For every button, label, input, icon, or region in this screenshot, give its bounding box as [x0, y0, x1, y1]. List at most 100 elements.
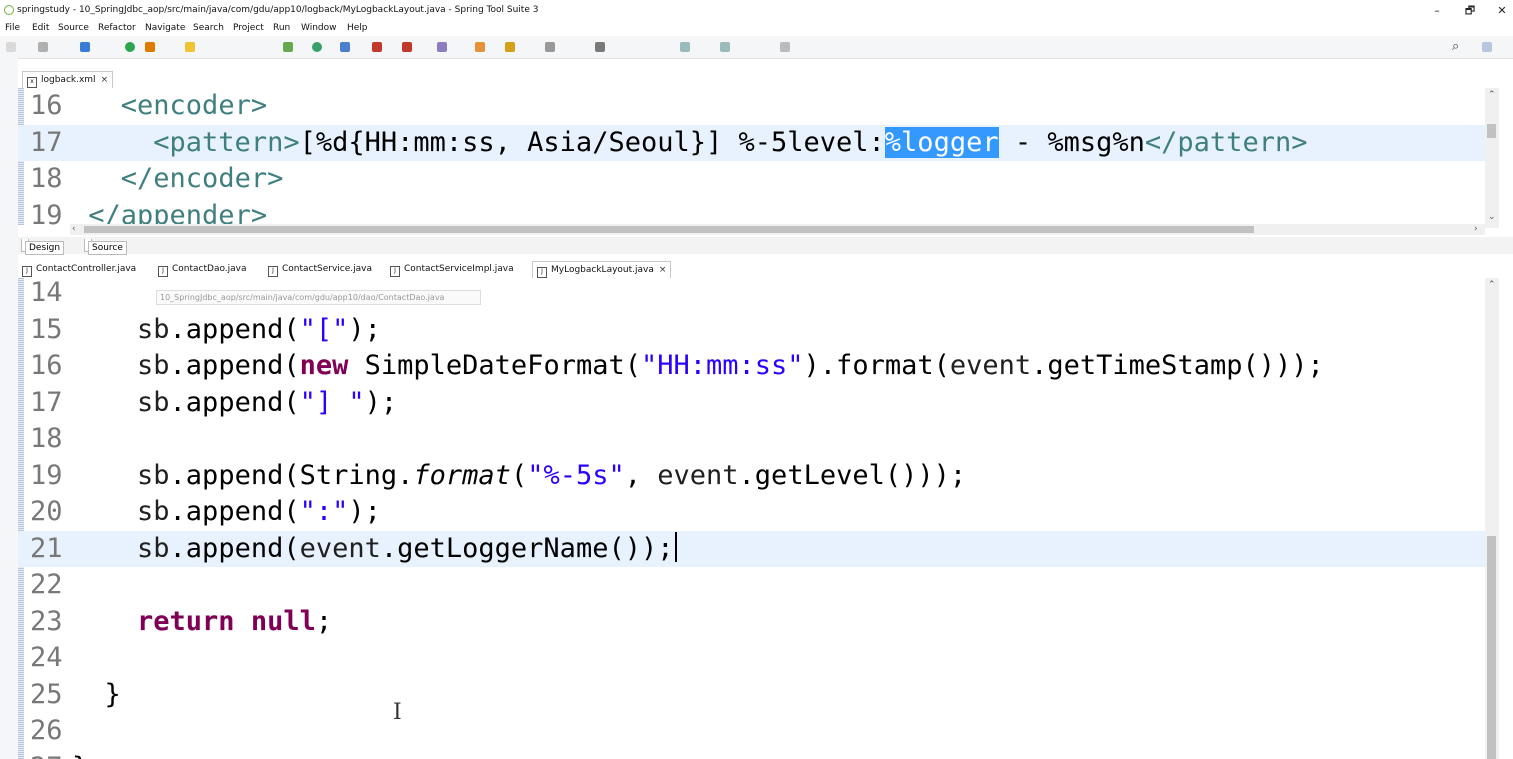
xml-file-icon: x: [27, 77, 37, 88]
restore-button[interactable]: 🗗: [1455, 0, 1485, 21]
tab-label: logback.xml: [41, 75, 96, 85]
new-class-icon[interactable]: [437, 42, 447, 52]
line-number: 19: [30, 459, 63, 491]
menu-refactor[interactable]: Refactor: [98, 21, 136, 35]
menu-source[interactable]: Source: [58, 21, 89, 35]
minimize-button[interactable]: –: [1422, 0, 1452, 21]
close-button[interactable]: ✕: [1487, 0, 1513, 21]
menu-window[interactable]: Window: [301, 21, 337, 35]
menu-project[interactable]: Project: [233, 21, 264, 35]
code-line[interactable]: 18 </encoder>: [18, 161, 1485, 197]
search-icon[interactable]: ⌕: [1452, 39, 1459, 54]
run-external-icon[interactable]: [340, 42, 350, 52]
code-line[interactable]: 26: [18, 713, 1485, 749]
edit-icon[interactable]: [545, 42, 555, 52]
tab-mylogbacklayout[interactable]: J MyLogbackLayout.java ×: [532, 261, 672, 279]
line-number: 25: [30, 678, 63, 710]
scroll-down-icon[interactable]: ⌄: [1488, 212, 1496, 222]
code-line[interactable]: 20 sb.append(":");: [18, 494, 1485, 530]
menu-run[interactable]: Run: [273, 21, 290, 35]
code-line[interactable]: 19 sb.append(String.format("%-5s", event…: [18, 458, 1485, 494]
code-token: sb: [137, 313, 170, 345]
code-token: .getLevel()));: [738, 459, 967, 491]
code-line[interactable]: 27}: [18, 750, 1485, 759]
console-icon[interactable]: [80, 42, 90, 52]
xml-source-editor[interactable]: 16 <encoder> 17 <pattern>[%d{HH:mm:ss, As…: [18, 88, 1485, 225]
code-line[interactable]: 18: [18, 421, 1485, 457]
perspective-icon[interactable]: [1482, 42, 1492, 52]
tab-source[interactable]: Source: [84, 239, 127, 255]
terminate-icon[interactable]: [402, 42, 412, 52]
code-text: sb.append(":");: [72, 494, 381, 530]
code-line[interactable]: 16 sb.append(new SimpleDateFormat("HH:mm…: [18, 348, 1485, 384]
save-icon[interactable]: [38, 42, 48, 52]
code-line[interactable]: 25 }: [18, 677, 1485, 713]
code-line[interactable]: 16 <encoder>: [18, 88, 1485, 124]
menu-search[interactable]: Search: [193, 21, 224, 35]
mouse-ibeam-cursor: I: [393, 700, 402, 725]
code-line[interactable]: 23 return null;: [18, 604, 1485, 640]
forward-icon[interactable]: [720, 42, 730, 52]
scroll-thumb[interactable]: [1487, 124, 1496, 138]
scroll-thumb[interactable]: [1487, 536, 1496, 759]
tab-contactdao[interactable]: J ContactDao.java: [158, 261, 247, 278]
tab-contactcontroller[interactable]: J ContactController.java: [22, 261, 136, 278]
scroll-left-icon[interactable]: ‹: [72, 224, 76, 234]
code-text: </appender>: [72, 198, 267, 226]
close-icon[interactable]: ×: [659, 265, 667, 275]
xml-vertical-scrollbar[interactable]: ⌃ ⌄: [1485, 88, 1499, 228]
server-icon[interactable]: [125, 42, 135, 52]
pin-editor-icon[interactable]: [780, 42, 790, 52]
code-line[interactable]: 17 sb.append("] ");: [18, 385, 1485, 421]
scroll-thumb[interactable]: [84, 226, 1254, 233]
annotation-next-icon[interactable]: [595, 42, 605, 52]
code-line[interactable]: 22: [18, 567, 1485, 603]
code-line[interactable]: 19 </appender>: [18, 198, 1485, 226]
refresh-icon[interactable]: [145, 42, 155, 52]
debug-icon[interactable]: [283, 42, 293, 52]
line-number: 15: [30, 313, 63, 345]
code-token: .append(: [169, 496, 300, 527]
code-token: );: [348, 496, 381, 527]
code-line[interactable]: 21 sb.append(event.getLoggerName());: [18, 530, 1485, 567]
folder-icon[interactable]: [505, 42, 515, 52]
xml-editor-tab-bar: x logback.xml ×: [18, 68, 1513, 89]
code-token: sb: [137, 532, 170, 564]
code-line[interactable]: 17 <pattern>[%d{HH:mm:ss, Asia/Seoul}] %…: [18, 124, 1485, 161]
tab-design[interactable]: Design: [21, 239, 65, 255]
run-icon[interactable]: [312, 42, 322, 52]
menu-file[interactable]: File: [5, 21, 20, 35]
menu-edit[interactable]: Edit: [32, 21, 49, 35]
back-icon[interactable]: [680, 42, 690, 52]
code-text: return null;: [72, 604, 332, 640]
code-token: return: [137, 605, 235, 637]
xml-horizontal-scrollbar[interactable]: ‹ ›: [70, 224, 1485, 235]
code-line[interactable]: 15 sb.append("[");: [18, 312, 1485, 348]
code-token: .append(: [169, 532, 300, 564]
tab-contactservice[interactable]: J ContactService.java: [268, 261, 372, 278]
menu-navigate[interactable]: Navigate: [145, 21, 185, 35]
open-type-icon[interactable]: [475, 42, 485, 52]
code-line[interactable]: 24: [18, 640, 1485, 676]
tab-contactserviceimpl[interactable]: J ContactServiceImpl.java: [390, 261, 514, 278]
java-source-editor[interactable]: 14 15 sb.append("["); 16 sb.append(new Sim…: [18, 278, 1485, 759]
code-token: new: [299, 350, 349, 381]
close-icon[interactable]: ×: [101, 75, 109, 85]
scroll-right-icon[interactable]: ›: [1474, 224, 1478, 234]
java-vertical-scrollbar[interactable]: ⌃: [1485, 278, 1499, 759]
spring-tool-suite-icon: [4, 5, 14, 15]
code-token: .getLoggerName());: [380, 532, 674, 564]
scroll-up-icon[interactable]: ⌃: [1488, 280, 1496, 290]
code-token: SimpleDateFormat(: [348, 350, 641, 381]
highlight-icon[interactable]: [185, 42, 195, 52]
scroll-up-icon[interactable]: ⌃: [1488, 90, 1496, 100]
tab-logback-xml[interactable]: x logback.xml ×: [22, 71, 114, 89]
stop-icon[interactable]: [372, 42, 382, 52]
code-token: </appender>: [88, 199, 268, 226]
new-icon[interactable]: [6, 42, 16, 52]
title-bar: springstudy - 10_SpringJdbc_aop/src/main…: [0, 0, 1513, 21]
editor-mode-tabs: Design Source: [18, 237, 1513, 255]
menu-help[interactable]: Help: [347, 21, 368, 35]
